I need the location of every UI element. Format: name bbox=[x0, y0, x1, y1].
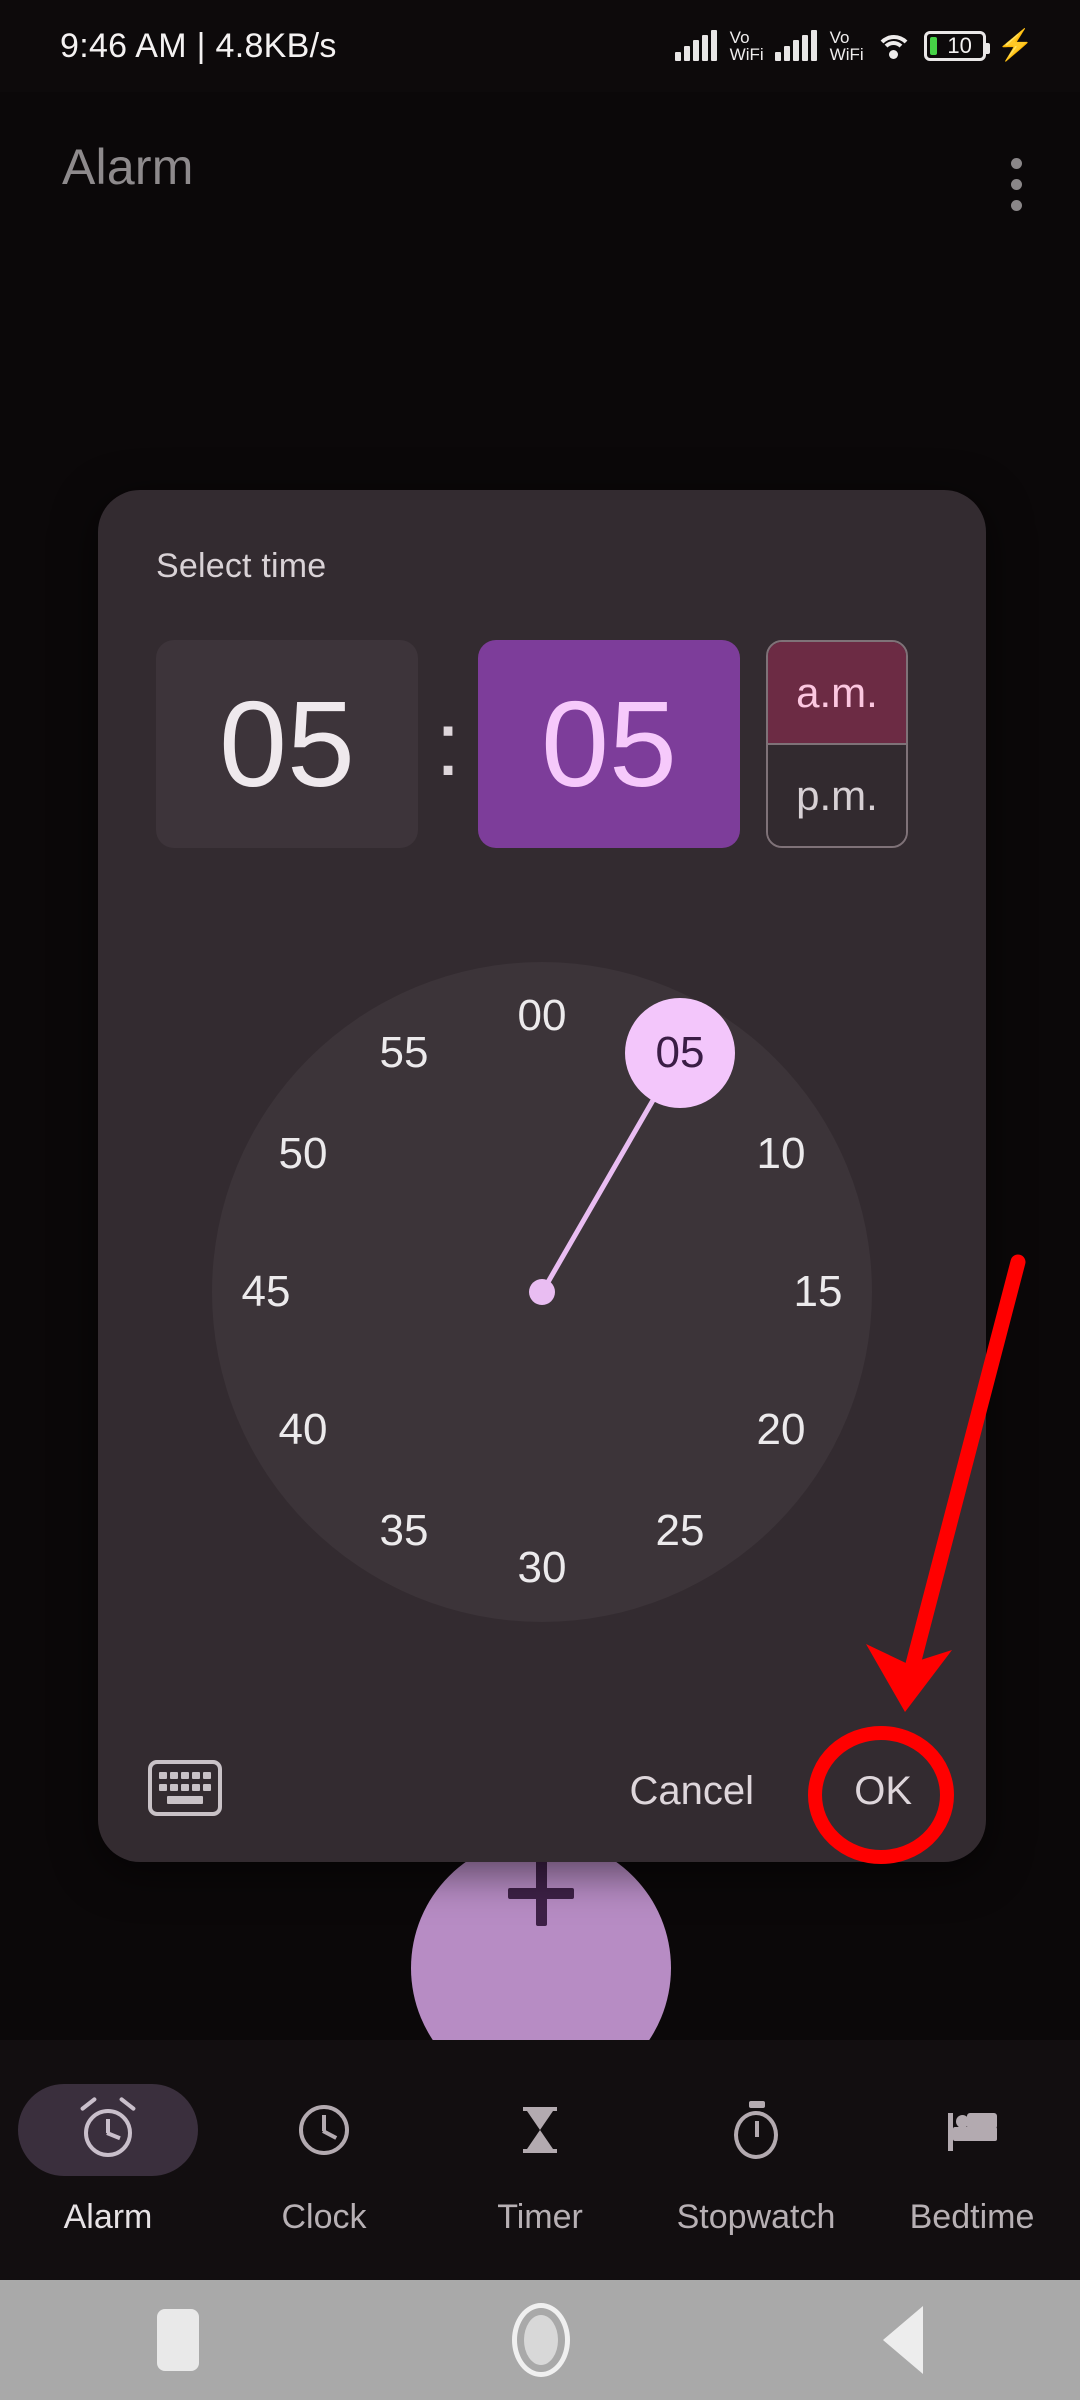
signal-bars-icon-2 bbox=[774, 30, 817, 61]
status-data-speed: 4.8KB/s bbox=[215, 26, 337, 65]
pm-option[interactable]: p.m. bbox=[768, 745, 906, 846]
status-time: 9:46 AM bbox=[60, 26, 187, 65]
tab-clock[interactable]: Clock bbox=[216, 2084, 432, 2237]
volte-label-top: Vo bbox=[729, 28, 750, 47]
minute-field[interactable]: 05 bbox=[478, 640, 740, 848]
dial-tick-35[interactable]: 35 bbox=[356, 1496, 452, 1566]
circle-home-icon[interactable] bbox=[511, 2303, 570, 2377]
volte-wifi-icon: Vo WiFi bbox=[730, 29, 764, 63]
battery-icon: 10 bbox=[923, 31, 990, 61]
dial-selected-value[interactable]: 05 bbox=[625, 997, 735, 1108]
status-separator: | bbox=[196, 26, 206, 65]
battery-percent: 10 bbox=[947, 33, 972, 58]
dial-tick-15[interactable]: 15 bbox=[770, 1257, 866, 1327]
dial-tick-30[interactable]: 30 bbox=[494, 1533, 590, 1603]
tab-clock-label: Clock bbox=[281, 2197, 367, 2236]
dial-tick-55[interactable]: 55 bbox=[356, 1018, 452, 1088]
tab-alarm[interactable]: Alarm bbox=[0, 2083, 216, 2237]
tab-bedtime-pill bbox=[882, 2084, 1062, 2176]
volte2-label-bottom: WiFi bbox=[829, 45, 864, 64]
triangle-back-icon[interactable] bbox=[883, 2306, 924, 2374]
clock-icon bbox=[293, 2099, 355, 2161]
time-input-row: 05 : 05 a.m. p.m. bbox=[156, 640, 908, 848]
clock-dial[interactable]: 00 05 10 15 20 25 30 35 40 45 50 55 bbox=[156, 906, 928, 1678]
status-bar-left: 9:46 AM | 4.8KB/s bbox=[60, 27, 337, 66]
tab-stopwatch[interactable]: Stopwatch bbox=[648, 2084, 864, 2237]
tab-alarm-pill bbox=[18, 2083, 198, 2176]
wifi-icon bbox=[874, 31, 913, 61]
hour-field[interactable]: 05 bbox=[156, 640, 418, 848]
ok-button[interactable]: OK bbox=[854, 1769, 912, 1814]
hourglass-icon bbox=[509, 2099, 571, 2161]
dial-tick-45[interactable]: 45 bbox=[218, 1257, 314, 1327]
tab-stopwatch-pill bbox=[666, 2084, 846, 2176]
dial-tick-10[interactable]: 10 bbox=[733, 1119, 829, 1189]
stopwatch-icon bbox=[725, 2099, 787, 2161]
square-recents-icon[interactable] bbox=[156, 2309, 199, 2371]
am-option[interactable]: a.m. bbox=[768, 642, 906, 745]
charging-bolt-icon: ⚡ bbox=[996, 29, 1034, 62]
volte2-label-top: Vo bbox=[829, 28, 850, 47]
tab-clock-pill bbox=[234, 2084, 414, 2176]
volte-wifi-icon-2: Vo WiFi bbox=[830, 29, 864, 63]
keyboard-icon[interactable] bbox=[148, 1760, 222, 1816]
tab-stopwatch-label: Stopwatch bbox=[676, 2197, 836, 2236]
dialog-title: Select time bbox=[156, 547, 327, 585]
dial-tick-50[interactable]: 50 bbox=[255, 1119, 351, 1189]
time-picker-dialog: Select time 05 : 05 a.m. p.m. 00 05 10 15 20… bbox=[98, 490, 986, 1862]
signal-bars-icon bbox=[674, 30, 717, 61]
alarm-clock-icon bbox=[77, 2096, 139, 2161]
dial-tick-20[interactable]: 20 bbox=[733, 1395, 829, 1465]
tab-timer-pill bbox=[450, 2084, 630, 2176]
overflow-menu-icon[interactable] bbox=[988, 148, 1044, 220]
status-bar-right: Vo WiFi Vo WiFi 10 ⚡ bbox=[674, 29, 1034, 63]
system-navigation-bar bbox=[0, 2280, 1080, 2400]
cancel-button[interactable]: Cancel bbox=[629, 1769, 754, 1814]
status-bar: 9:46 AM | 4.8KB/s Vo WiFi Vo WiFi 10 ⚡ bbox=[0, 0, 1080, 92]
tab-alarm-label: Alarm bbox=[63, 2197, 153, 2236]
volte-label-bottom: WiFi bbox=[729, 45, 764, 64]
tab-bedtime[interactable]: Bedtime bbox=[864, 2084, 1080, 2237]
bottom-navigation: Alarm Clock Timer Stopwatch Bedtime bbox=[0, 2040, 1080, 2280]
tab-bedtime-label: Bedtime bbox=[909, 2197, 1035, 2236]
tab-timer[interactable]: Timer bbox=[432, 2084, 648, 2237]
dial-tick-40[interactable]: 40 bbox=[255, 1395, 351, 1465]
tab-timer-label: Timer bbox=[497, 2197, 583, 2236]
dial-tick-25[interactable]: 25 bbox=[632, 1496, 728, 1566]
period-toggle: a.m. p.m. bbox=[766, 640, 908, 848]
dial-tick-00[interactable]: 00 bbox=[494, 981, 590, 1051]
page-title: Alarm bbox=[62, 139, 194, 195]
plus-icon bbox=[508, 1860, 574, 1926]
dial-selected-label: 05 bbox=[655, 1027, 705, 1077]
time-colon: : bbox=[435, 693, 461, 795]
bed-icon bbox=[941, 2099, 1003, 2161]
